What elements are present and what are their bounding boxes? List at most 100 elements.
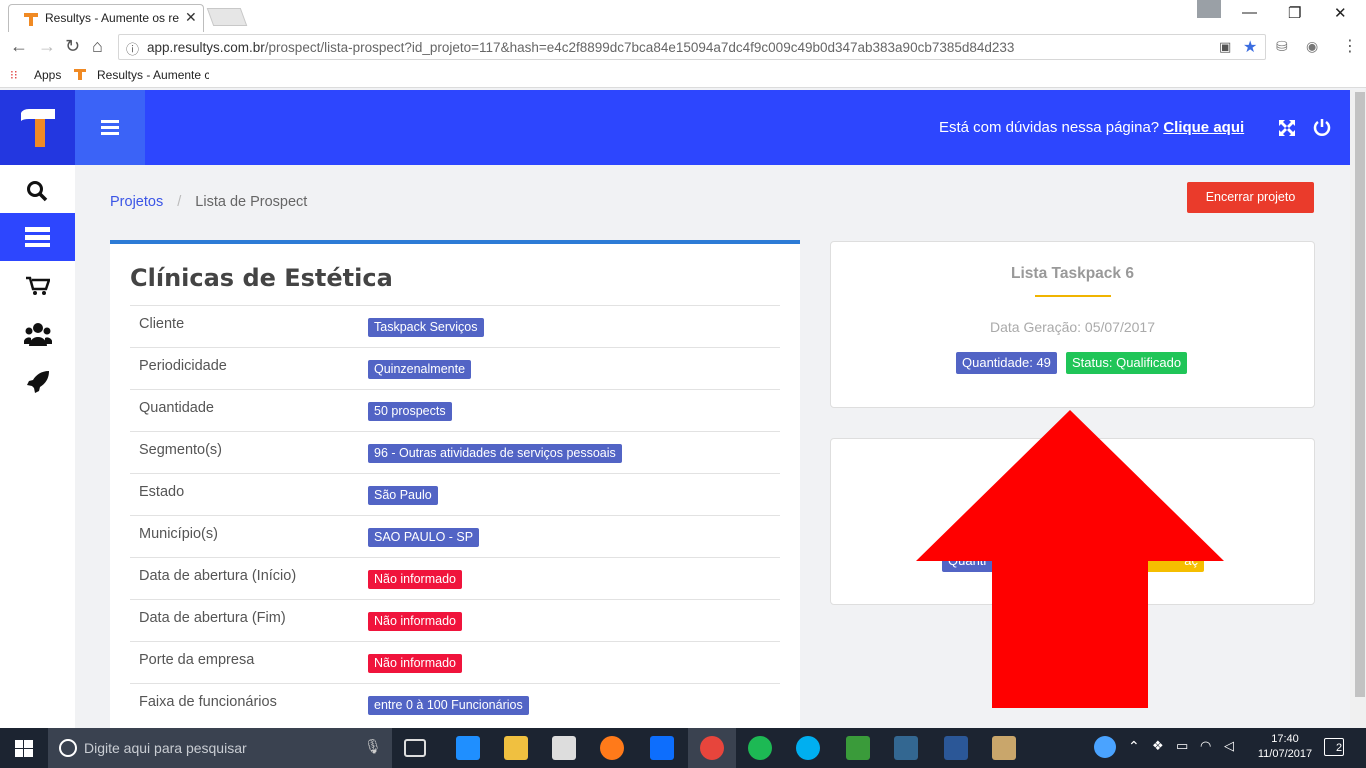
detail-value-badge: Não informado	[368, 570, 462, 589]
tray-battery-icon[interactable]: ▭	[1176, 738, 1188, 754]
chrome-icon	[700, 736, 724, 760]
paint-icon[interactable]	[992, 736, 1016, 760]
extension-icon[interactable]: ⛁	[1276, 38, 1288, 55]
firefox-icon[interactable]	[600, 736, 624, 760]
scrollbar-thumb[interactable]	[1355, 92, 1365, 697]
microphone-icon[interactable]: 🎙	[364, 738, 382, 755]
profile-icon[interactable]	[1197, 0, 1221, 18]
breadcrumb-projects-link[interactable]: Projetos	[110, 194, 163, 210]
detail-row: Estado São Paulo	[130, 473, 780, 515]
browser-tab-bar: Resultys - Aumente os re ✕ — ❐ ✕	[0, 0, 1366, 32]
sidebar	[0, 165, 75, 728]
detail-label: Periodicidade	[139, 358, 227, 374]
end-project-button[interactable]: Encerrar projeto	[1187, 182, 1314, 213]
skype-icon[interactable]	[796, 736, 820, 760]
resultys-favicon-icon	[74, 69, 86, 80]
clock-date: 11/07/2017	[1257, 748, 1313, 760]
taskbar-search[interactable]: Digite aqui para pesquisar 🎙	[48, 728, 392, 768]
home-icon[interactable]: ⌂	[92, 36, 103, 57]
search-icon	[27, 181, 48, 202]
menu-toggle-button[interactable]	[75, 90, 145, 165]
tray-warning-icon[interactable]	[1094, 736, 1116, 758]
fullscreen-icon[interactable]	[1278, 119, 1296, 137]
notification-count: 2	[1335, 742, 1344, 754]
detail-value-badge: Não informado	[368, 654, 462, 673]
sidebar-item-search[interactable]	[0, 167, 75, 215]
detail-label: Quantidade	[139, 400, 214, 416]
breadcrumb-current: Lista de Prospect	[195, 194, 308, 210]
detail-label: Data de abertura (Início)	[139, 568, 297, 584]
address-bar[interactable]: ⓘ app.resultys.com.br/prospect/lista-pro…	[118, 34, 1266, 60]
detail-row: Quantidade 50 prospects	[130, 389, 780, 431]
browser-tab-title: Resultys - Aumente os re	[45, 11, 180, 25]
power-icon[interactable]	[1313, 118, 1331, 136]
tray-wifi-icon[interactable]: ◠	[1200, 738, 1211, 754]
forward-icon[interactable]: →	[38, 36, 56, 57]
postgresql-icon[interactable]	[894, 736, 918, 760]
rocket-icon	[27, 371, 49, 393]
resultys-logo[interactable]	[0, 90, 75, 165]
spotify-icon[interactable]	[748, 736, 772, 760]
users-icon	[24, 323, 52, 346]
title-underline	[1035, 295, 1111, 297]
list-card[interactable]: Lista Taskpack 6 Data Geração: 05/07/201…	[830, 241, 1315, 408]
taskbar-clock[interactable]: 17:40 11/07/2017	[1255, 732, 1315, 762]
restore-icon[interactable]: ❐	[1288, 4, 1301, 22]
minimize-icon[interactable]: —	[1242, 4, 1257, 21]
detail-value-badge: Não informado	[368, 612, 462, 631]
info-icon[interactable]: ⓘ	[126, 39, 139, 58]
detail-value-badge: SAO PAULO - SP	[368, 528, 480, 547]
browser-tab[interactable]: Resultys - Aumente os re ✕	[8, 4, 204, 32]
detail-row: Faixa de funcionários entre 0 à 100 Funci…	[130, 683, 780, 725]
window-close-icon[interactable]: ✕	[1334, 4, 1347, 22]
detail-label: Estado	[139, 484, 185, 500]
bookmark-star-icon[interactable]: ★	[1243, 37, 1257, 57]
cart-icon	[26, 276, 50, 295]
help-link[interactable]: Clique aqui	[1163, 119, 1244, 136]
action-center-icon[interactable]: 2	[1324, 738, 1344, 756]
detail-row: Data de abertura (Fim) Não informado	[130, 599, 780, 641]
spreadsheet-app-icon[interactable]	[846, 736, 870, 760]
tray-chevron-up-icon[interactable]: ⌃	[1128, 738, 1140, 755]
project-title: Clínicas de Estética	[130, 264, 393, 292]
new-tab-button[interactable]	[206, 8, 248, 26]
detail-row: Data de abertura (Início) Não informado	[130, 557, 780, 599]
edge-icon[interactable]	[456, 736, 480, 760]
detail-row: Segmento(s) 96 - Outras atividades de ser…	[130, 431, 780, 473]
extension-icon[interactable]: ◉	[1306, 38, 1318, 55]
bookmark-resultys[interactable]: Resultys - Aumente c	[97, 68, 209, 82]
sidebar-item-launch[interactable]	[0, 358, 75, 406]
store-icon[interactable]	[552, 736, 576, 760]
dropbox-icon[interactable]	[650, 736, 674, 760]
tab-close-icon[interactable]: ✕	[185, 9, 197, 26]
detail-row: Município(s) SAO PAULO - SP	[130, 515, 780, 557]
chrome-taskbar-active[interactable]	[688, 728, 736, 768]
back-icon[interactable]: ←	[10, 36, 28, 57]
list-title[interactable]: Lista Taskpack 6	[831, 265, 1314, 283]
red-up-arrow-annotation	[916, 410, 1224, 708]
detail-value-badge: São Paulo	[368, 486, 438, 505]
word-icon[interactable]	[944, 736, 968, 760]
status-badge: Status: Qualificado	[1066, 352, 1188, 374]
resultys-logo-icon	[21, 109, 55, 147]
breadcrumb: Projetos / Lista de Prospect	[110, 194, 307, 210]
sidebar-item-users[interactable]	[0, 310, 75, 358]
bookmark-apps[interactable]: Apps	[34, 68, 61, 82]
translate-icon[interactable]: ▣	[1219, 39, 1231, 55]
detail-label: Município(s)	[139, 526, 218, 542]
chrome-menu-icon[interactable]: ⋮	[1342, 36, 1358, 56]
sidebar-item-shop[interactable]	[0, 262, 75, 310]
clock-time: 17:40	[1271, 733, 1299, 745]
taskbar-search-placeholder: Digite aqui para pesquisar	[84, 740, 247, 756]
detail-value-badge: 96 - Outras atividades de serviços pesso…	[368, 444, 622, 463]
sidebar-item-projects[interactable]	[0, 213, 75, 261]
tray-dropbox-icon[interactable]: ❖	[1152, 738, 1164, 754]
task-view-icon[interactable]	[404, 739, 426, 757]
detail-label: Faixa de funcionários	[139, 694, 277, 710]
reload-icon[interactable]: ↻	[65, 36, 80, 57]
tray-volume-icon[interactable]: ◁	[1224, 738, 1234, 754]
file-explorer-icon[interactable]	[504, 736, 528, 760]
quantity-badge: Quantidade: 49	[956, 352, 1057, 374]
windows-start-icon[interactable]	[15, 740, 33, 757]
detail-label: Porte da empresa	[139, 652, 255, 668]
